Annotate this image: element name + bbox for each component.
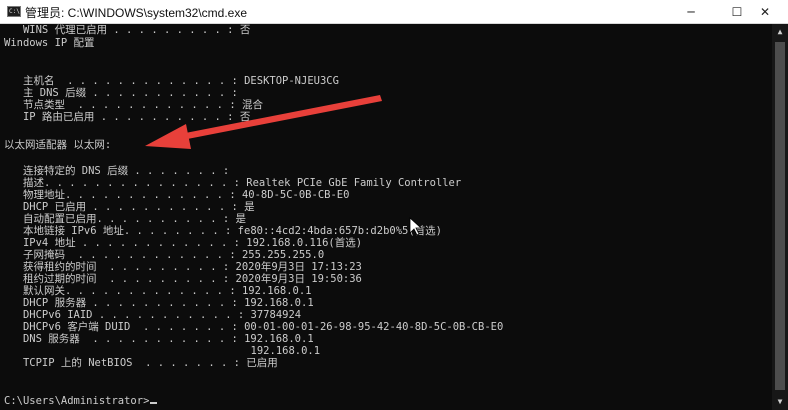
scroll-up-arrow-icon[interactable]: ▲	[772, 24, 788, 40]
console-line: 连接特定的 DNS 后缀 . . . . . . . :	[4, 165, 230, 177]
console-line: DNS 服务器 . . . . . . . . . . . : 192.168.…	[4, 333, 314, 345]
scroll-down-arrow-icon[interactable]: ▼	[772, 394, 788, 410]
console-line: DHCP 服务器 . . . . . . . . . . . : 192.168…	[4, 297, 314, 309]
console-line: DHCP 已启用 . . . . . . . . . . . : 是	[4, 201, 255, 213]
console-line: IP 路由已启用 . . . . . . . . . . : 否	[4, 111, 251, 123]
close-button[interactable]: ✕	[742, 0, 788, 24]
console-line: 主机名 . . . . . . . . . . . . . : DESKTOP-…	[4, 75, 339, 87]
console-line: 自动配置已启用. . . . . . . . . . : 是	[4, 213, 247, 225]
console-line: WINS 代理已启用 . . . . . . . . . : 否	[4, 24, 251, 36]
console-line: 以太网适配器 以太网:	[4, 139, 112, 151]
console-line: 物理地址. . . . . . . . . . . . . : 40-8D-5C…	[4, 189, 350, 201]
console-line: 获得租约的时间 . . . . . . . . . : 2020年9月3日 17…	[4, 261, 362, 273]
console-line: 节点类型 . . . . . . . . . . . . : 混合	[4, 99, 263, 111]
console-line: TCPIP 上的 NetBIOS . . . . . . . : 已启用	[4, 357, 278, 369]
vertical-scrollbar[interactable]: ▲ ▼	[772, 24, 788, 410]
console-line: 子网掩码 . . . . . . . . . . . . : 255.255.2…	[4, 249, 325, 261]
console-line: IPv4 地址 . . . . . . . . . . . . : 192.16…	[4, 237, 363, 249]
console-line: 租约过期的时间 . . . . . . . . . : 2020年9月3日 19…	[4, 273, 362, 285]
console-output[interactable]: Windows IP 配置 主机名 . . . . . . . . . . . …	[0, 24, 772, 410]
console-line: Windows IP 配置	[4, 37, 95, 49]
console-line: 本地链接 IPv6 地址. . . . . . . . : fe80::4cd2…	[4, 225, 443, 237]
console-line: 主 DNS 后缀 . . . . . . . . . . . :	[4, 87, 238, 99]
console-line: DHCPv6 客户端 DUID . . . . . . . : 00-01-00…	[4, 321, 504, 333]
cmd-icon: C:\	[7, 6, 21, 17]
console-line: 描述. . . . . . . . . . . . . . . : Realte…	[4, 177, 462, 189]
scroll-thumb[interactable]	[775, 42, 785, 390]
console-line: DHCPv6 IAID . . . . . . . . . . . : 3778…	[4, 309, 302, 321]
title-bar[interactable]: C:\ 管理员: C:\WINDOWS\system32\cmd.exe ─ ☐…	[0, 0, 788, 24]
minimize-button[interactable]: ─	[668, 0, 714, 24]
text-cursor	[150, 402, 158, 404]
command-prompt: C:\Users\Administrator>	[4, 395, 158, 407]
console-line: 192.168.0.1	[4, 345, 321, 357]
console-line: 默认网关. . . . . . . . . . . . . : 192.168.…	[4, 285, 312, 297]
window-title: 管理员: C:\WINDOWS\system32\cmd.exe	[25, 6, 248, 20]
